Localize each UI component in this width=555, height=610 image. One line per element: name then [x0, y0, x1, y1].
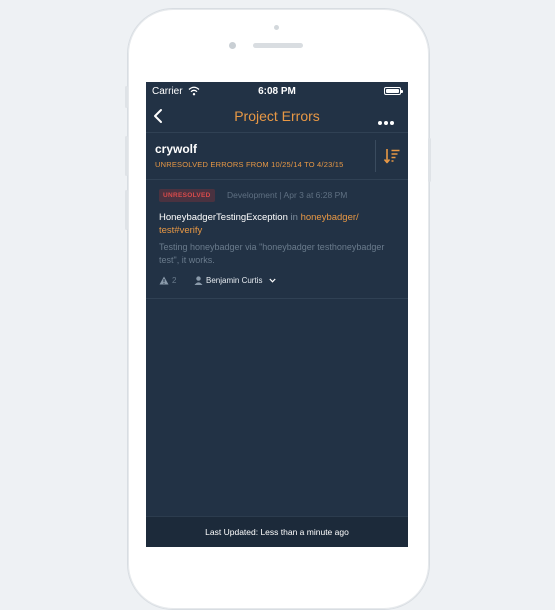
chevron-down-icon[interactable] [269, 278, 276, 283]
project-name: crywolf [155, 142, 198, 156]
project-header: crywolf UNRESOLVED ERRORS FROM 10/25/14 … [146, 133, 408, 179]
error-meta: Development | Apr 3 at 6:28 PM [227, 190, 348, 200]
sort-icon[interactable] [383, 147, 401, 165]
battery-icon [384, 87, 403, 95]
error-date-range: UNRESOLVED ERRORS FROM 10/25/14 TO 4/23/… [155, 160, 344, 169]
app-screen: Carrier 6:08 PM Project Errors crywolf U… [146, 82, 408, 547]
warning-icon [159, 276, 169, 285]
status-badge: UNRESOLVED [159, 189, 215, 202]
volume-up-button [125, 136, 128, 176]
assignee-name[interactable]: Benjamin Curtis [206, 275, 262, 287]
error-location-part2: test#verify [159, 225, 203, 236]
exception-name: HoneybadgerTestingException [159, 212, 288, 223]
front-camera [229, 42, 236, 49]
bottom-status-bar: Last Updated: Less than a minute ago [146, 516, 408, 547]
page-title: Project Errors [234, 108, 320, 124]
more-options-icon[interactable] [378, 112, 398, 125]
sort-separator [375, 140, 376, 172]
error-title: HoneybadgerTestingException in honeybadg… [159, 211, 389, 237]
error-message: Testing honeybadger via "honeybadger tes… [159, 242, 385, 265]
volume-down-button [125, 190, 128, 230]
error-location-part1: honeybadger/ [300, 212, 359, 223]
power-button [428, 138, 431, 182]
status-bar: Carrier 6:08 PM [146, 82, 408, 102]
list-divider [146, 298, 408, 299]
error-list-item[interactable]: UNRESOLVED Development | Apr 3 at 6:28 P… [146, 180, 408, 298]
mute-switch [125, 86, 128, 108]
in-label: in [290, 212, 298, 223]
occurrence-count: 2 [172, 276, 177, 285]
earpiece-speaker [253, 43, 303, 48]
user-icon [194, 276, 203, 285]
last-updated-label: Last Updated: Less than a minute ago [205, 527, 349, 537]
proximity-sensor [274, 25, 279, 30]
status-time: 6:08 PM [258, 86, 296, 97]
navigation-bar: Project Errors [146, 102, 408, 132]
